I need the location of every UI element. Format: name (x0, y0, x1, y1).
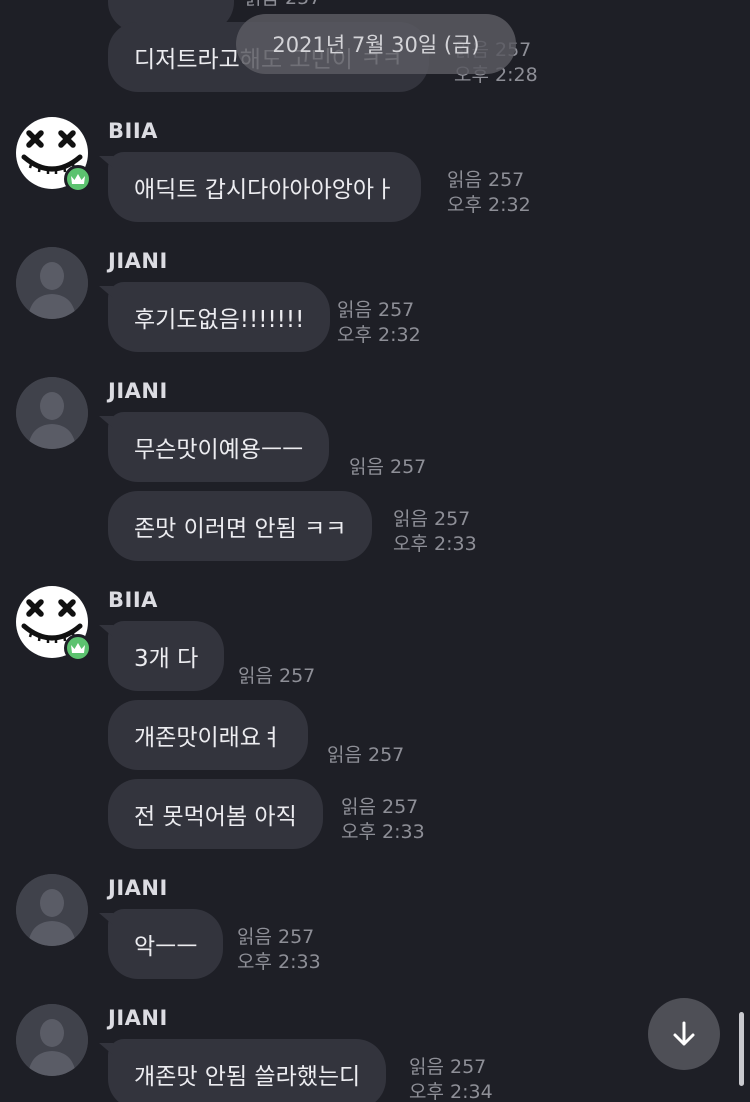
message-bubble[interactable]: 개존맛 안됨 쓸라했는디 (98, 1039, 387, 1102)
read-count: 읽음 257 (337, 299, 415, 321)
message-meta: 읽음 257 오후 2:33 (341, 795, 425, 845)
message-meta: 읽음 257 (238, 664, 315, 689)
message-text: 전 못먹어봄 아직 (134, 804, 297, 830)
arrow-down-icon (673, 1021, 695, 1046)
message-text: 존맛 이러면 안됨 ㅋㅋ (134, 516, 347, 542)
read-count: 읽음 257 (349, 456, 427, 478)
message-text: 개존맛이래요ㅕ (134, 725, 283, 751)
message-meta: 읽음 257 오후 2:32 (447, 168, 531, 218)
message-bubble[interactable]: 3개 다 (98, 621, 225, 691)
crown-badge (64, 165, 92, 193)
timestamp: 오후 2:32 (447, 194, 531, 216)
message-text: 무슨맛이예용ㅡㅡ (134, 437, 304, 463)
crown-icon (71, 643, 85, 653)
crown-badge (64, 634, 92, 662)
message-text: 3개 다 (134, 646, 199, 672)
timestamp: 오후 2:34 (409, 1081, 493, 1102)
timestamp: 오후 2:33 (393, 533, 477, 555)
avatar-default-profile-icon[interactable] (16, 1004, 88, 1076)
sender-name: JIANI (108, 876, 168, 900)
read-count: 읽음 257 (238, 665, 316, 687)
date-divider: 2021년 7월 30일 (금) (236, 14, 516, 74)
message-meta: 읽음 257 오후 2:34 (409, 1055, 493, 1102)
message-meta: 읽음 257 오후 2:33 (237, 925, 321, 975)
sender-name: BIIA (108, 588, 158, 612)
avatar-smiley-face-icon[interactable] (16, 586, 92, 662)
avatar-default-profile-icon[interactable] (16, 874, 88, 946)
default-profile-icon (16, 377, 88, 449)
default-profile-icon (16, 1004, 88, 1076)
default-profile-icon (16, 247, 88, 319)
message-bubble[interactable]: 무슨맛이예용ㅡㅡ (98, 412, 330, 482)
message-bubble[interactable]: 개존맛이래요ㅕ (108, 700, 309, 770)
sender-name: JIANI (108, 1006, 168, 1030)
sender-name: JIANI (108, 249, 168, 273)
message-meta: 읽음 257 오후 2:33 (393, 507, 477, 557)
avatar-default-profile-icon[interactable] (16, 247, 88, 319)
message-meta: 읽음 257 (327, 743, 404, 768)
chat-screen[interactable]: 읽음 257 디저트라고해도 고민이 ㅋㅋ 읽음 257 오후 2:28 202… (0, 0, 750, 1102)
read-count: 읽음 257 (409, 1056, 487, 1078)
message-bubble[interactable]: 후기도없음!!!!!!! (98, 282, 331, 352)
sender-name: BIIA (108, 119, 158, 143)
read-count: 읽음 257 (447, 169, 525, 191)
message-meta: 읽음 257 오후 2:32 (337, 298, 421, 348)
message-bubble[interactable]: 존맛 이러면 안됨 ㅋㅋ (108, 491, 373, 561)
scrollbar-thumb[interactable] (739, 1012, 744, 1086)
default-profile-icon (16, 874, 88, 946)
timestamp: 오후 2:33 (237, 951, 321, 973)
scroll-to-bottom-button[interactable] (648, 998, 720, 1070)
sender-name: JIANI (108, 379, 168, 403)
timestamp: 오후 2:32 (337, 324, 421, 346)
crown-icon (71, 174, 85, 184)
read-count: 읽음 257 (327, 744, 405, 766)
read-count: 읽음 257 (341, 796, 419, 818)
timestamp: 오후 2:33 (341, 821, 425, 843)
read-count: 읽음 257 (237, 926, 315, 948)
message-bubble[interactable]: 전 못먹어봄 아직 (108, 779, 323, 849)
read-count: 읽음 257 (393, 508, 471, 530)
avatar-smiley-face-icon[interactable] (16, 117, 92, 193)
message-text: 후기도없음!!!!!!! (134, 307, 305, 333)
message-text: 애딕트 갑시다아아아앙아ㅏ (134, 177, 396, 203)
message-text: 개존맛 안됨 쓸라했는디 (134, 1064, 361, 1090)
message-bubble[interactable]: 애딕트 갑시다아아아앙아ㅏ (98, 152, 422, 222)
avatar-default-profile-icon[interactable] (16, 377, 88, 449)
message-text: 악ㅡㅡ (134, 934, 198, 960)
read-count: 읽음 257 (244, 0, 321, 11)
message-meta: 읽음 257 (349, 455, 426, 480)
message-bubble[interactable]: 악ㅡㅡ (98, 909, 224, 979)
